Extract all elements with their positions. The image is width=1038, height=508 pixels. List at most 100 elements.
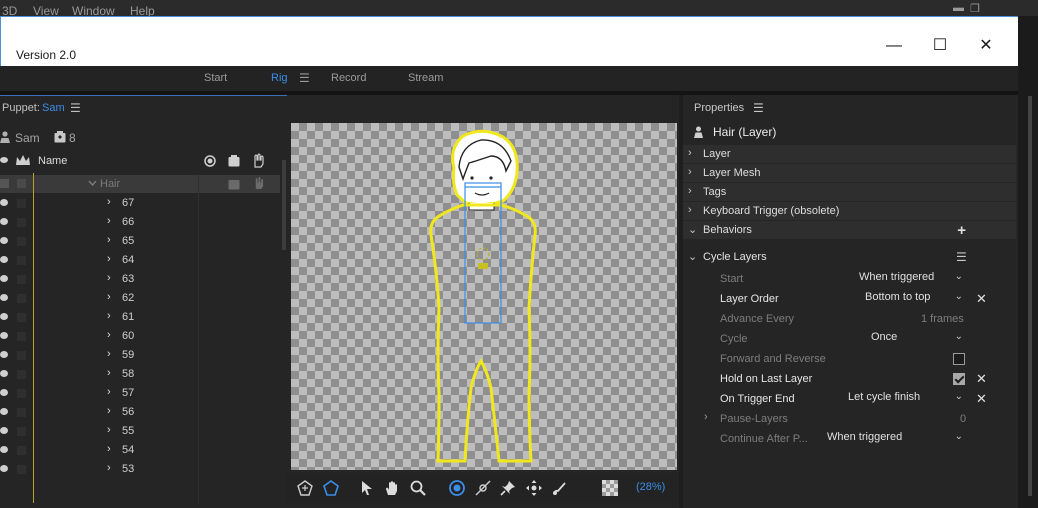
eye-icon[interactable] [0, 351, 8, 358]
layer-name[interactable]: 66 [122, 216, 134, 228]
layer-name[interactable]: 59 [122, 349, 134, 361]
app-minimize-icon[interactable]: ▬ [953, 2, 964, 14]
layer-name[interactable]: 58 [122, 368, 134, 380]
eye-icon[interactable] [0, 256, 8, 263]
lock-toggle[interactable] [17, 465, 26, 474]
stick-tool-icon[interactable] [552, 480, 568, 496]
eye-icon[interactable] [0, 446, 8, 453]
layer-name[interactable]: 57 [122, 387, 134, 399]
eye-icon[interactable] [0, 275, 8, 282]
lock-toggle[interactable] [17, 218, 26, 227]
layer-row[interactable]: › 57 [0, 384, 280, 403]
pin-tool-icon[interactable] [500, 480, 516, 496]
layer-row[interactable]: › 66 [0, 213, 280, 232]
layer-name[interactable]: 54 [122, 444, 134, 456]
lock-toggle[interactable] [17, 237, 26, 246]
lock-toggle[interactable] [17, 389, 26, 398]
eye-icon[interactable] [0, 199, 8, 206]
eye-icon[interactable] [0, 408, 8, 415]
puppet-tool-icon[interactable] [297, 480, 313, 496]
lock-toggle[interactable] [17, 179, 26, 188]
lock-toggle[interactable] [17, 332, 26, 341]
maximize-button[interactable]: ☐ [930, 37, 950, 57]
chevron-right-icon[interactable]: › [107, 424, 111, 436]
puppet-name-link[interactable]: Sam [42, 102, 65, 114]
section-layer-mesh[interactable]: › Layer Mesh [683, 164, 1016, 182]
lock-toggle[interactable] [17, 256, 26, 265]
hold-last-checkbox[interactable] [953, 373, 965, 385]
layer-name[interactable]: 53 [122, 463, 134, 475]
layer-row[interactable]: › 65 [0, 232, 280, 251]
lock-toggle[interactable] [17, 427, 26, 436]
behavior-menu-icon[interactable]: ☰ [956, 250, 967, 264]
lock-toggle[interactable] [17, 294, 26, 303]
reset-param-button[interactable]: ✕ [976, 291, 987, 307]
chevron-right-icon[interactable]: › [107, 329, 111, 341]
layer-row[interactable]: › 58 [0, 365, 280, 384]
chevron-right-icon[interactable]: › [107, 386, 111, 398]
name-column-header[interactable]: Name [38, 155, 67, 167]
close-button[interactable]: ✕ [976, 37, 996, 57]
lock-toggle[interactable] [17, 446, 26, 455]
layer-row-selected[interactable]: Hair [0, 175, 280, 193]
chevron-right-icon[interactable]: › [107, 196, 111, 208]
row-pause-layers[interactable]: › Pause-Layers 0 [683, 409, 1016, 429]
layer-row[interactable]: › 54 [0, 441, 280, 460]
layer-row[interactable]: › 60 [0, 327, 280, 346]
layer-name[interactable]: Hair [100, 178, 120, 190]
layer-order-dropdown[interactable]: Bottom to top ⌄ [865, 291, 963, 307]
eye-icon[interactable] [0, 218, 8, 225]
layer-row[interactable]: › 61 [0, 308, 280, 327]
chevron-right-icon[interactable]: › [107, 253, 111, 265]
eye-icon[interactable] [0, 313, 8, 320]
mesh-tool-icon[interactable] [323, 480, 339, 496]
reset-param-button[interactable]: ✕ [976, 371, 987, 387]
start-dropdown[interactable]: When triggered ⌄ [859, 271, 963, 287]
chevron-right-icon[interactable]: › [107, 234, 111, 246]
chevron-right-icon[interactable]: › [107, 405, 111, 417]
chevron-right-icon[interactable]: › [107, 367, 111, 379]
chevron-right-icon[interactable]: › [107, 462, 111, 474]
tab-rig[interactable]: Rig [271, 72, 288, 84]
lock-toggle[interactable] [17, 275, 26, 284]
section-tags[interactable]: › Tags [683, 183, 1016, 201]
layer-row[interactable]: › 55 [0, 422, 280, 441]
layer-row[interactable]: › 64 [0, 251, 280, 270]
transparency-grid-icon[interactable] [602, 480, 618, 496]
dragger-tool-icon[interactable] [526, 480, 542, 496]
eye-icon[interactable] [0, 389, 8, 396]
puppet-panel-scrollbar[interactable] [282, 160, 286, 250]
chevron-right-icon[interactable]: › [107, 348, 111, 360]
eye-icon[interactable] [0, 427, 8, 434]
handle-tool-icon[interactable] [475, 480, 491, 496]
rig-menu-icon[interactable]: ☰ [299, 71, 310, 85]
section-layer[interactable]: › Layer [683, 145, 1016, 163]
tab-stream[interactable]: Stream [408, 72, 443, 84]
lock-toggle[interactable] [17, 370, 26, 379]
chevron-right-icon[interactable]: › [107, 215, 111, 227]
layer-row[interactable]: › 59 [0, 346, 280, 365]
expand-chevron-icon[interactable] [88, 180, 97, 187]
properties-menu-icon[interactable]: ☰ [753, 101, 764, 115]
layer-row[interactable]: › 63 [0, 270, 280, 289]
minimize-button[interactable]: — [884, 37, 904, 57]
cycle-dropdown[interactable]: Once ⌄ [871, 331, 963, 347]
tab-record[interactable]: Record [331, 72, 366, 84]
advance-every-value[interactable]: 1 frames [921, 313, 964, 325]
lock-toggle[interactable] [17, 199, 26, 208]
puppet-panel-menu-icon[interactable]: ☰ [70, 101, 81, 115]
layer-name[interactable]: 60 [122, 330, 134, 342]
layer-row[interactable]: › 56 [0, 403, 280, 422]
on-trigger-end-dropdown[interactable]: Let cycle finish ⌄ [848, 391, 963, 407]
tab-start[interactable]: Start [204, 72, 227, 84]
properties-scrollbar[interactable] [1028, 96, 1032, 496]
layer-name[interactable]: 65 [122, 235, 134, 247]
eye-icon[interactable] [0, 332, 8, 339]
chevron-right-icon[interactable]: › [107, 443, 111, 455]
chevron-right-icon[interactable]: › [107, 272, 111, 284]
eye-icon[interactable] [0, 237, 8, 244]
zoom-tool-icon[interactable] [410, 480, 426, 496]
section-behaviors[interactable]: ⌄ Behaviors + [683, 221, 1016, 239]
layer-name[interactable]: 55 [122, 425, 134, 437]
select-tool-icon[interactable] [359, 480, 375, 496]
